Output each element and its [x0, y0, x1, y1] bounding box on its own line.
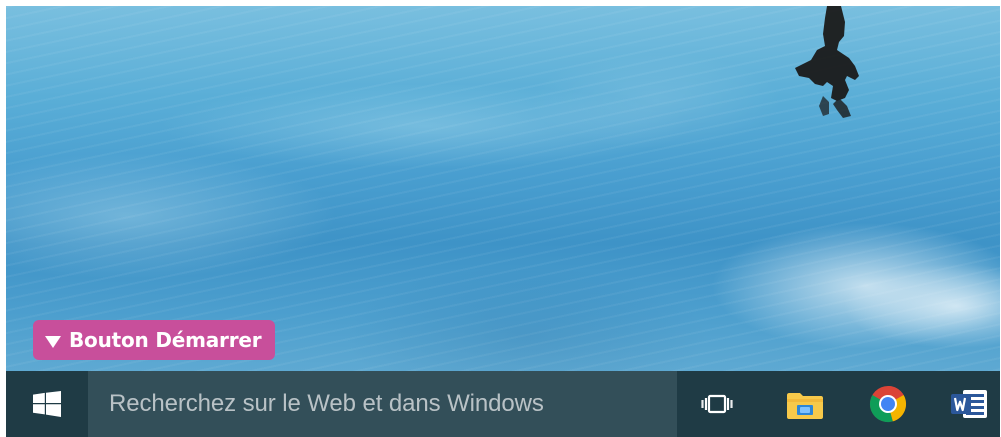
file-explorer-button[interactable] — [770, 371, 840, 437]
desktop-wallpaper: Bouton Démarrer — [6, 6, 1000, 371]
screenshot-frame: Bouton Démarrer Recherchez sur le Web et… — [0, 0, 1001, 437]
word-button[interactable] — [937, 371, 1000, 437]
triangle-down-icon — [45, 335, 61, 348]
search-placeholder: Recherchez sur le Web et dans Windows — [109, 390, 544, 417]
search-box[interactable]: Recherchez sur le Web et dans Windows — [88, 371, 677, 437]
windows-logo-icon — [33, 391, 61, 417]
start-button[interactable] — [6, 371, 88, 437]
person-reflection-image — [795, 6, 859, 118]
task-view-button[interactable] — [682, 371, 752, 437]
file-explorer-icon — [787, 393, 823, 419]
taskbar: Recherchez sur le Web et dans Windows — [6, 371, 1000, 437]
task-view-icon — [701, 394, 733, 414]
start-button-callout: Bouton Démarrer — [33, 320, 276, 360]
callout-label: Bouton Démarrer — [69, 328, 262, 352]
chrome-button[interactable] — [853, 371, 923, 437]
chrome-icon — [869, 386, 907, 423]
word-icon — [950, 390, 987, 418]
